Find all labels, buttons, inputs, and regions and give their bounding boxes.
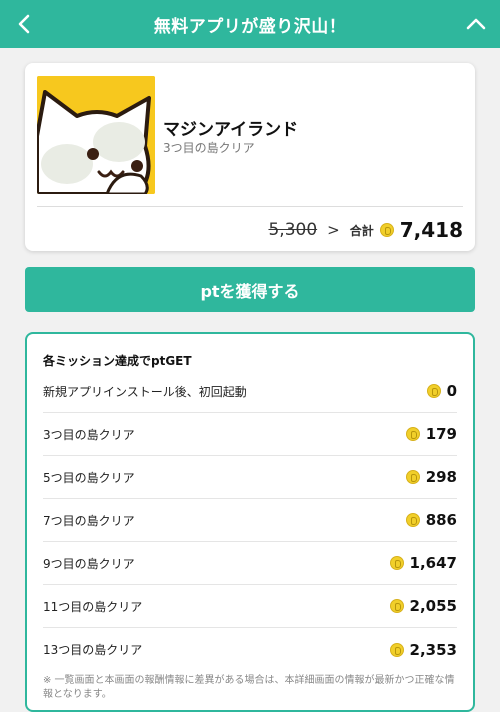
mission-label: 3つ目の島クリア <box>43 427 135 442</box>
mission-list: 新規アプリインストール後、初回起動 0 3つ目の島クリア 179 5つ目の島クリ… <box>43 370 457 671</box>
points-summary: 5,300 > 合計 7,418 <box>268 215 463 245</box>
mission-row: 9つ目の島クリア 1,647 <box>43 542 457 585</box>
mission-panel: 各ミッション達成でptGET 新規アプリインストール後、初回起動 0 3つ目の島… <box>25 332 475 712</box>
cat-character-icon <box>37 76 155 194</box>
mission-label: 11つ目の島クリア <box>43 599 143 614</box>
mission-points: 0 <box>446 382 457 400</box>
chevron-left-icon <box>18 14 30 34</box>
mission-points: 2,353 <box>409 640 457 659</box>
mission-points: 179 <box>425 425 457 443</box>
mission-label: 5つ目の島クリア <box>43 470 135 485</box>
collapse-button[interactable] <box>452 0 500 48</box>
mission-label: 9つ目の島クリア <box>43 556 135 571</box>
app-card: マジンアイランド 3つ目の島クリア 5,300 > 合計 7,418 <box>25 63 475 251</box>
coin-icon <box>405 427 420 441</box>
mission-title: 各ミッション達成でptGET <box>43 354 192 368</box>
arrow-icon: > <box>327 221 340 239</box>
back-button[interactable] <box>0 0 48 48</box>
divider <box>37 206 463 207</box>
disclaimer-note: ※ 一覧画面と本画面の報酬情報に差異がある場合は、本詳細画面の情報が最新かつ正確… <box>43 675 455 700</box>
get-points-button[interactable]: ptを獲得する <box>25 267 475 312</box>
mission-points: 886 <box>425 511 457 529</box>
mission-row: 11つ目の島クリア 2,055 <box>43 585 457 628</box>
total-points: 7,418 <box>399 218 463 242</box>
app-name: マジンアイランド <box>163 120 299 140</box>
mission-label: 13つ目の島クリア <box>43 643 143 657</box>
mission-points: 2,055 <box>409 597 457 615</box>
app-header: 無料アプリが盛り沢山！ <box>0 0 500 48</box>
page-title: 無料アプリが盛り沢山！ <box>153 16 347 37</box>
coin-icon <box>405 513 420 527</box>
coin-icon <box>405 470 420 484</box>
mission-row: 3つ目の島クリア 179 <box>43 413 457 456</box>
mission-points: 1,647 <box>409 554 457 572</box>
coin-icon <box>379 223 394 237</box>
total-label: 合計 <box>349 223 374 238</box>
old-points: 5,300 <box>268 220 318 240</box>
mission-label: 7つ目の島クリア <box>43 513 135 528</box>
coin-icon <box>389 599 404 613</box>
mission-label: 新規アプリインストール後、初回起動 <box>43 384 247 399</box>
coin-icon <box>426 384 441 398</box>
mission-row: 5つ目の島クリア 298 <box>43 456 457 499</box>
app-subtitle: 3つ目の島クリア <box>163 141 255 155</box>
coin-icon <box>389 556 404 570</box>
mission-row: 13つ目の島クリア 2,353 <box>43 628 457 671</box>
mission-points: 298 <box>425 468 457 486</box>
coin-icon <box>389 642 404 657</box>
mission-row: 7つ目の島クリア 886 <box>43 499 457 542</box>
chevron-up-icon <box>466 18 486 30</box>
mission-row: 新規アプリインストール後、初回起動 0 <box>43 370 457 413</box>
